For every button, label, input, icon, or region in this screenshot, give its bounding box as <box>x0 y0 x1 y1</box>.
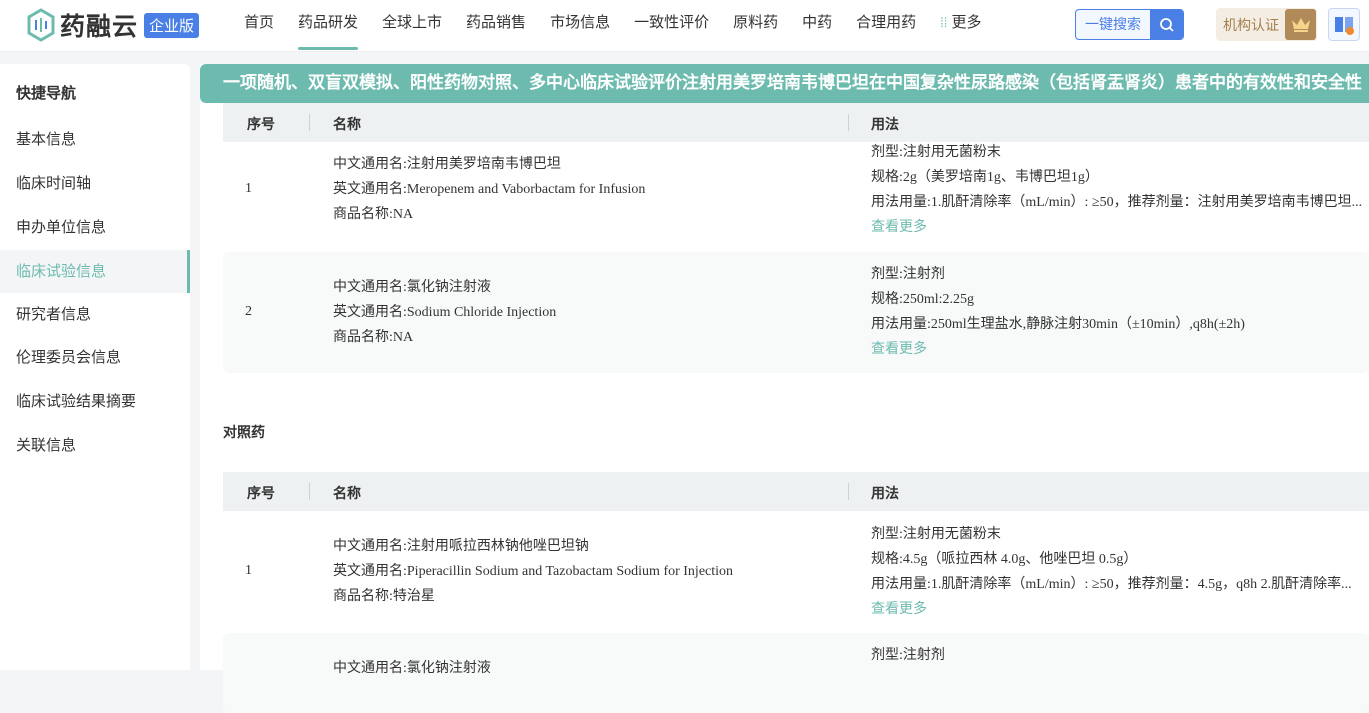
control-drug-label: 对照药 <box>223 425 265 441</box>
sidebar-item-related[interactable]: 关联信息 <box>0 424 190 467</box>
trial-title-banner: 一项随机、双盲双模拟、阳性药物对照、多中心临床试验评价注射用美罗培南韦博巴坦在中… <box>200 64 1369 103</box>
nav-market-info[interactable]: 市场信息 <box>538 0 622 52</box>
nav-more[interactable]: ⁞⁞ 更多 <box>928 0 993 52</box>
nav-drug-sales[interactable]: 药品销售 <box>454 0 538 52</box>
top-header: 药融云 企业版 首页 药品研发 全球上市 药品销售 市场信息 一致性评价 原料药… <box>0 0 1369 52</box>
nav-api[interactable]: 原料药 <box>721 0 790 52</box>
quick-search-button[interactable]: 一键搜索 <box>1075 9 1184 40</box>
view-more-link[interactable]: 查看更多 <box>871 337 1369 362</box>
logo-icon <box>27 8 55 42</box>
quick-nav-sidebar: 快捷导航 基本信息 临床时间轴 申办单位信息 临床试验信息 研究者信息 伦理委员… <box>0 64 190 670</box>
nav-home[interactable]: 首页 <box>232 0 286 52</box>
crown-icon <box>1285 9 1316 40</box>
view-more-link[interactable]: 查看更多 <box>871 215 1369 240</box>
sidebar-item-ethics[interactable]: 伦理委员会信息 <box>0 336 190 379</box>
table-row: 1 中文通用名:注射用美罗培南韦博巴坦 英文通用名:Meropenem and … <box>223 142 1369 252</box>
nav-tcm[interactable]: 中药 <box>790 0 844 52</box>
sidebar-item-results[interactable]: 临床试验结果摘要 <box>0 380 190 423</box>
help-manual-button[interactable] <box>1328 8 1360 41</box>
main-nav: 首页 药品研发 全球上市 药品销售 市场信息 一致性评价 原料药 中药 合理用药… <box>232 0 994 52</box>
nav-drug-rd[interactable]: 药品研发 <box>286 0 370 52</box>
sidebar-item-sponsor[interactable]: 申办单位信息 <box>0 206 190 249</box>
control-drug-table-header: 序号 名称 用法 <box>223 472 1369 511</box>
nav-global-launch[interactable]: 全球上市 <box>370 0 454 52</box>
sidebar-item-investigator[interactable]: 研究者信息 <box>0 293 190 336</box>
book-help-icon <box>1335 16 1354 35</box>
institution-cert-button[interactable]: 机构认证 <box>1216 8 1317 41</box>
enterprise-badge: 企业版 <box>144 12 200 38</box>
nav-consistency[interactable]: 一致性评价 <box>622 0 721 52</box>
test-drug-table-header: 序号 名称 用法 <box>223 103 1369 142</box>
view-more-link[interactable]: 查看更多 <box>871 597 1369 622</box>
sidebar-item-trial-info[interactable]: 临床试验信息 <box>0 250 190 293</box>
table-row: 中文通用名:氯化钠注射液 剂型:注射剂 <box>223 633 1369 713</box>
search-icon <box>1150 10 1183 39</box>
sidebar-title: 快捷导航 <box>16 85 77 102</box>
nav-rational-use[interactable]: 合理用药 <box>844 0 928 52</box>
grid-dots-icon: ⁞⁞ <box>940 15 948 30</box>
sidebar-item-timeline[interactable]: 临床时间轴 <box>0 162 190 205</box>
table-row: 1 中文通用名:注射用哌拉西林钠他唑巴坦钠 英文通用名:Piperacillin… <box>223 511 1369 633</box>
sidebar-item-basic-info[interactable]: 基本信息 <box>0 118 190 161</box>
logo[interactable]: 药融云 企业版 <box>26 7 200 43</box>
table-row: 2 中文通用名:氯化钠注射液 英文通用名:Sodium Chloride Inj… <box>223 252 1369 373</box>
main-content: 一项随机、双盲双模拟、阳性药物对照、多中心临床试验评价注射用美罗培南韦博巴坦在中… <box>200 64 1369 713</box>
